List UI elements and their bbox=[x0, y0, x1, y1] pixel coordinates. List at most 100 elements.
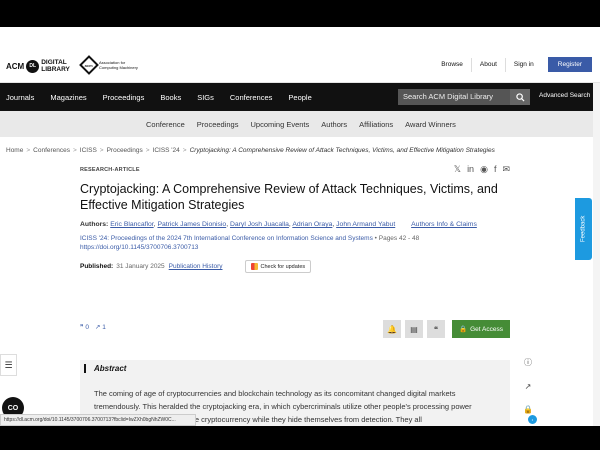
quote-icon: ❝ bbox=[433, 324, 439, 334]
nav-sigs[interactable]: SIGs bbox=[189, 93, 222, 102]
breadcrumb: Home > Conferences > ICISS > Proceedings > ICISS… bbox=[0, 137, 600, 154]
subnav-conference[interactable]: Conference bbox=[140, 120, 191, 129]
sub-nav: Conference Proceedings Upcoming Events A… bbox=[0, 111, 600, 137]
authors-label: Authors: bbox=[80, 221, 109, 228]
downloads-metric[interactable]: ↗ 1 bbox=[95, 323, 106, 331]
search-input[interactable]: Search ACM Digital Library bbox=[398, 89, 510, 105]
main-nav: Journals Magazines Proceedings Books SIG… bbox=[0, 83, 600, 111]
article-header: RESEARCH-ARTICLE 𝕏 in ◉ f ✉ Cryptojackin… bbox=[80, 164, 510, 273]
acm-diamond-text: acm bbox=[84, 62, 94, 68]
cite-button[interactable]: ❝ bbox=[427, 320, 445, 338]
check-updates-label: Check for updates bbox=[260, 263, 306, 270]
dl-logo-line2: LIBRARY bbox=[41, 66, 70, 73]
get-access-label: Get Access bbox=[470, 325, 503, 333]
nav-people[interactable]: People bbox=[280, 93, 319, 102]
info-icon[interactable]: ⓘ bbox=[524, 357, 532, 368]
facebook-share-icon[interactable]: f bbox=[494, 164, 497, 175]
scrollbar[interactable] bbox=[593, 83, 600, 450]
x-share-icon[interactable]: 𝕏 bbox=[454, 164, 461, 175]
linkedin-share-icon[interactable]: in bbox=[467, 164, 474, 175]
breadcrumb-iciss[interactable]: ICISS bbox=[80, 147, 97, 154]
reddit-share-icon[interactable]: ◉ bbox=[480, 164, 488, 175]
notification-badge-icon[interactable]: • bbox=[528, 415, 537, 424]
acm-association-logo[interactable]: acm Association for Computing Machinery bbox=[79, 55, 138, 75]
acm-logo-text: ACM bbox=[6, 61, 25, 71]
breadcrumb-proceedings[interactable]: Proceedings bbox=[107, 147, 143, 154]
table-of-contents-button[interactable]: ☰ bbox=[0, 354, 17, 376]
subnav-affiliations[interactable]: Affiliations bbox=[353, 120, 399, 129]
association-text: Association for Computing Machinery bbox=[99, 60, 138, 70]
nav-magazines[interactable]: Magazines bbox=[42, 93, 94, 102]
association-line2: Computing Machinery bbox=[99, 65, 138, 70]
search-icon bbox=[515, 92, 525, 102]
acm-dl-logo[interactable]: ACM DL DIGITAL LIBRARY bbox=[6, 59, 70, 73]
nav-conferences[interactable]: Conferences bbox=[222, 93, 281, 102]
published-label: Published: bbox=[80, 263, 114, 270]
publication-history-link[interactable]: Publication History bbox=[169, 263, 223, 270]
subnav-proceedings[interactable]: Proceedings bbox=[191, 120, 245, 129]
right-tools: ⓘ ↗ 🔒 bbox=[523, 357, 533, 414]
metrics-icon[interactable]: ↗ bbox=[525, 382, 532, 391]
downloads-count: 1 bbox=[102, 324, 106, 331]
check-updates-icon bbox=[250, 263, 258, 270]
subnav-award-winners[interactable]: Award Winners bbox=[399, 120, 462, 129]
quote-icon: ❞ bbox=[80, 324, 84, 331]
register-button[interactable]: Register bbox=[547, 57, 592, 72]
browse-link[interactable]: Browse bbox=[433, 58, 471, 72]
folder-plus-icon: ▤ bbox=[410, 324, 418, 334]
feedback-tab[interactable]: Feedback bbox=[575, 198, 592, 260]
dl-ring-icon: DL bbox=[26, 59, 40, 73]
about-link[interactable]: About bbox=[470, 57, 505, 72]
sign-in-link[interactable]: Sign in bbox=[504, 57, 542, 72]
breadcrumb-separator: > bbox=[73, 147, 77, 154]
email-share-icon[interactable]: ✉ bbox=[502, 164, 510, 175]
abstract-heading: Abstract bbox=[84, 364, 510, 373]
check-for-updates-button[interactable]: Check for updates bbox=[244, 260, 312, 273]
author-link[interactable]: Eric Blancaflor bbox=[110, 221, 153, 228]
author-link[interactable]: John Armand Yabut bbox=[336, 221, 395, 228]
article-type-label: RESEARCH-ARTICLE bbox=[80, 167, 140, 173]
pages-info: • Pages 42 - 48 bbox=[374, 235, 420, 242]
author-link[interactable]: Patrick James Dionisio bbox=[157, 221, 226, 228]
dl-logo-text: DIGITAL LIBRARY bbox=[41, 59, 70, 73]
list-icon: ☰ bbox=[4, 359, 13, 370]
breadcrumb-separator: > bbox=[182, 147, 187, 154]
doi-link[interactable]: https://doi.org/10.1145/3700706.3700713 bbox=[80, 244, 198, 251]
site-header: ACM DL DIGITAL LIBRARY acm Association f… bbox=[0, 27, 600, 83]
lock-icon: 🔒 bbox=[459, 326, 468, 333]
published-row: Published: 31 January 2025 Publication H… bbox=[80, 260, 510, 273]
page: ACM DL DIGITAL LIBRARY acm Association f… bbox=[0, 27, 600, 450]
breadcrumb-home[interactable]: Home bbox=[6, 147, 23, 154]
nav-journals[interactable]: Journals bbox=[0, 93, 42, 102]
get-access-button[interactable]: 🔒 Get Access bbox=[452, 320, 510, 338]
bell-icon: 🔔 bbox=[387, 324, 397, 334]
acm-diamond-icon: acm bbox=[79, 55, 99, 75]
breadcrumb-separator: > bbox=[26, 147, 31, 154]
abstract-line: The coming of age of cryptocurrencies an… bbox=[94, 389, 456, 398]
advanced-search-link[interactable]: Advanced Search bbox=[539, 92, 590, 99]
abstract-line: tremendously. This heralded the cryptoja… bbox=[94, 402, 472, 411]
breadcrumb-iciss-24[interactable]: ICISS '24 bbox=[153, 147, 180, 154]
proceedings-info: ICISS '24: Proceedings of the 2024 7th I… bbox=[80, 234, 510, 252]
published-date: 31 January 2025 bbox=[116, 263, 165, 270]
share-icons: 𝕏 in ◉ f ✉ bbox=[454, 164, 510, 175]
article-actions: 🔔 ▤ ❝ 🔒 Get Access bbox=[383, 320, 510, 338]
nav-books[interactable]: Books bbox=[152, 93, 189, 102]
article-title: Cryptojacking: A Comprehensive Review of… bbox=[80, 182, 498, 212]
author-link[interactable]: Adrian Oraya bbox=[292, 221, 332, 228]
save-to-binder-button[interactable]: ▤ bbox=[405, 320, 423, 338]
lock-icon[interactable]: 🔒 bbox=[523, 405, 533, 414]
breadcrumb-current: Cryptojacking: A Comprehensive Review of… bbox=[189, 147, 495, 154]
subnav-authors[interactable]: Authors bbox=[315, 120, 353, 129]
browser-top-bar bbox=[0, 0, 600, 27]
proceedings-link[interactable]: ICISS '24: Proceedings of the 2024 7th I… bbox=[80, 235, 373, 242]
search-button[interactable] bbox=[510, 89, 530, 105]
authors-info-link[interactable]: Authors Info & Claims bbox=[411, 221, 477, 228]
breadcrumb-conferences[interactable]: Conferences bbox=[33, 147, 70, 154]
alert-button[interactable]: 🔔 bbox=[383, 320, 401, 338]
nav-proceedings[interactable]: Proceedings bbox=[95, 93, 153, 102]
breadcrumb-separator: > bbox=[99, 147, 104, 154]
author-link[interactable]: Daryl Josh Juacalla bbox=[230, 221, 289, 228]
subnav-upcoming-events[interactable]: Upcoming Events bbox=[244, 120, 315, 129]
citations-metric[interactable]: ❞ 0 bbox=[80, 323, 89, 331]
